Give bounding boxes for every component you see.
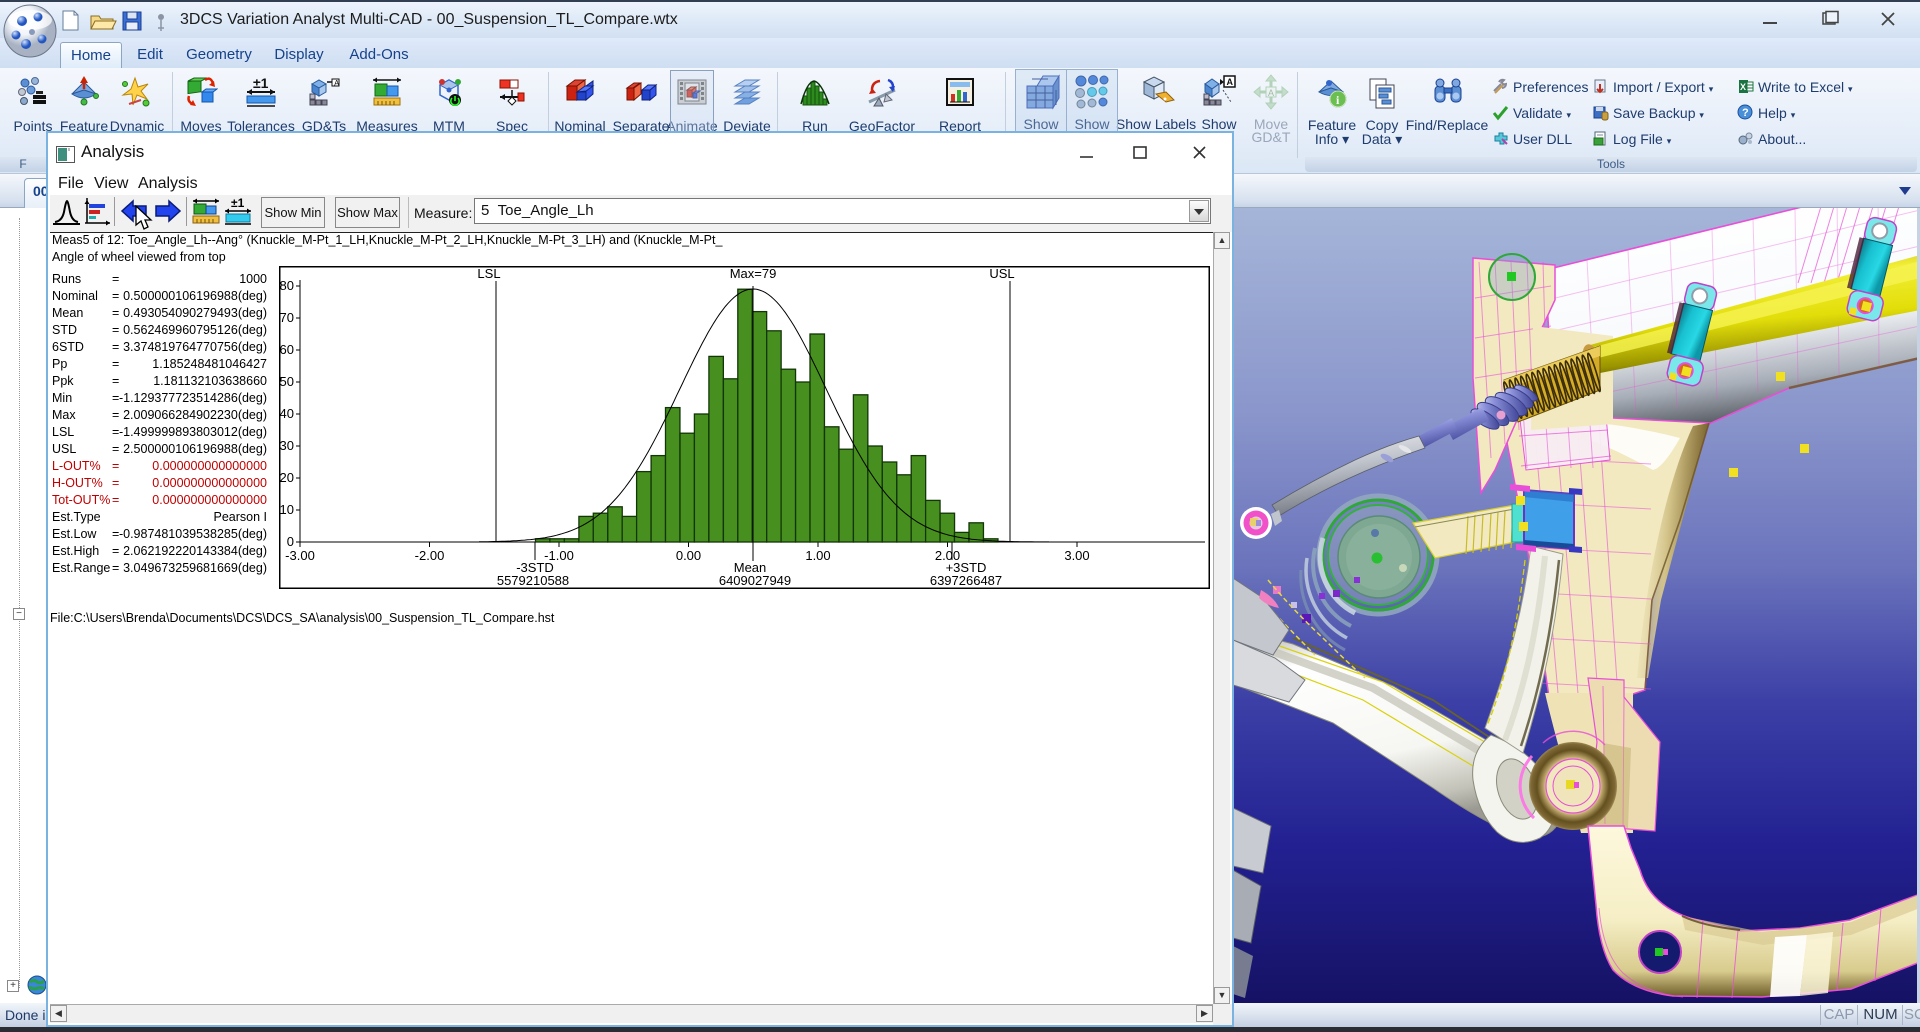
svg-text:X: X: [1740, 82, 1746, 92]
svg-text:80: 80: [280, 278, 294, 293]
svg-text:1.00: 1.00: [805, 548, 830, 563]
svg-text:6409027949: 6409027949: [719, 573, 791, 588]
svg-text:3.00: 3.00: [1064, 548, 1089, 563]
svg-text:60: 60: [280, 342, 294, 357]
svg-text:70: 70: [280, 310, 294, 325]
svg-text:USL: USL: [989, 266, 1014, 281]
svg-text:-2.00: -2.00: [415, 548, 445, 563]
svg-text:?: ?: [1742, 107, 1749, 119]
svg-text:40: 40: [280, 406, 294, 421]
svg-text:0: 0: [287, 534, 294, 549]
svg-text:5579210588: 5579210588: [497, 573, 569, 588]
svg-text:30: 30: [280, 438, 294, 453]
svg-text:±1: ±1: [231, 196, 245, 210]
svg-text:50: 50: [280, 374, 294, 389]
svg-text:6397266487: 6397266487: [930, 573, 1002, 588]
svg-text:Max=79: Max=79: [730, 266, 777, 281]
svg-text:LSL: LSL: [477, 266, 500, 281]
svg-text:-3.00: -3.00: [285, 548, 315, 563]
svg-text:20: 20: [280, 470, 294, 485]
svg-text:10: 10: [280, 502, 294, 517]
svg-text:0.00: 0.00: [676, 548, 701, 563]
